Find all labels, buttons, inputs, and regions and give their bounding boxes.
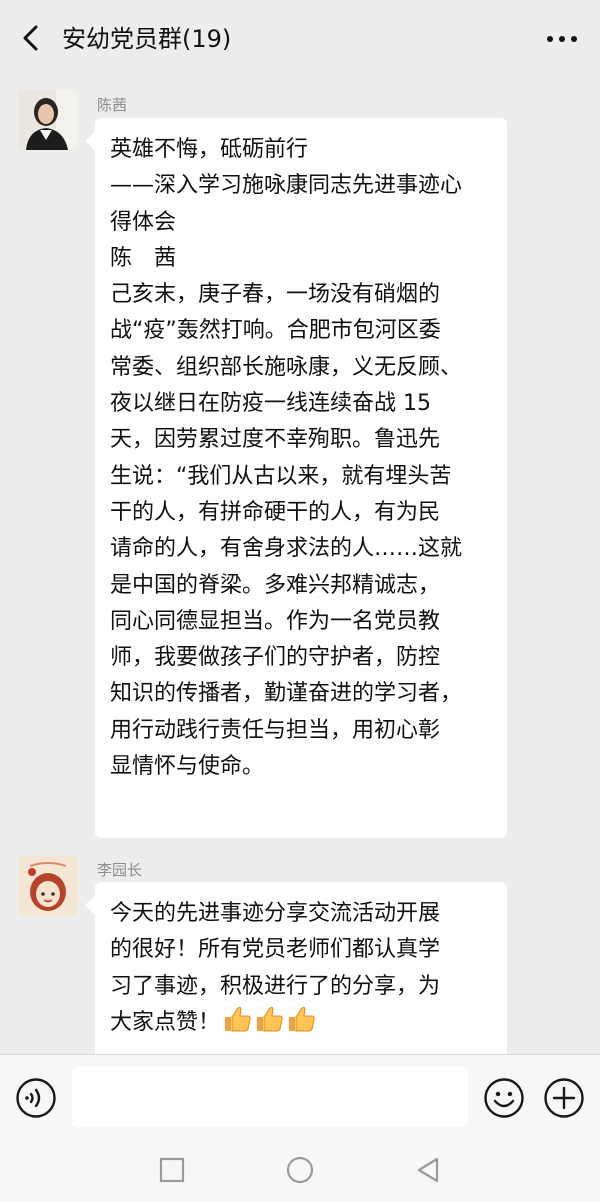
message-text: 大家点赞！	[110, 1009, 221, 1035]
message-line: 常委、组织部长施咏康，义无反顾、	[110, 354, 463, 380]
message-line: 是中国的脊梁。多难兴邦精诚志，	[110, 572, 441, 598]
message-line: 得体会	[110, 209, 177, 235]
sender-name: 李园长	[97, 861, 143, 879]
system-nav-bar	[0, 1138, 600, 1202]
message-line: 请命的人，有舍身求法的人……这就	[110, 536, 463, 562]
emoji-smile-icon[interactable]	[483, 1077, 525, 1119]
message-line: 的很好！所有党员老师们都认真学	[110, 937, 441, 963]
message-line: 大家点赞！	[110, 1005, 493, 1045]
message-line: 同心同德显担当。作为一名党员教	[110, 608, 441, 634]
message-list[interactable]: 陈茜 英雄不悔，砥砺前行 ——深入学习施咏康同志先进事迹心 得体会 陈 茜 己亥…	[0, 76, 600, 1054]
more-dots-icon[interactable]	[542, 22, 582, 56]
message-line: 显情怀与使命。	[110, 754, 265, 780]
sender-avatar[interactable]	[18, 856, 78, 916]
circle-home-icon[interactable]	[284, 1154, 316, 1186]
message-line: ——深入学习施咏康同志先进事迹心	[110, 173, 463, 199]
message-line: 英雄不悔，砥砺前行	[110, 137, 309, 162]
message-line: 生说：“我们从古以来，就有埋头苦	[110, 463, 452, 489]
sender-avatar[interactable]	[18, 90, 78, 150]
chat-title: 安幼党员群(19)	[62, 25, 232, 53]
voice-icon[interactable]	[15, 1077, 57, 1119]
message-line: 陈 茜	[110, 245, 177, 271]
message-line: 用行动践行责任与担当，用初心彰	[110, 717, 441, 743]
photo-avatar-woman-icon	[18, 90, 78, 150]
input-bar	[0, 1054, 600, 1138]
message-line: 今天的先进事迹分享交流活动开展	[110, 901, 441, 926]
square-recent-icon[interactable]	[156, 1154, 188, 1186]
message-line: 习了事迹，积极进行了的分享，为	[110, 973, 441, 999]
message-bubble[interactable]: 英雄不悔，砥砺前行 ——深入学习施咏康同志先进事迹心 得体会 陈 茜 己亥末，庚…	[95, 118, 507, 838]
triangle-back-icon[interactable]	[412, 1154, 444, 1186]
message-line: 师，我要做孩子们的守护者，防控	[110, 645, 441, 671]
thumbs-up-icon	[254, 1005, 284, 1045]
sender-name: 陈茜	[97, 96, 128, 114]
message-line: 知识的传播者，勤谨奋进的学习者，	[110, 681, 463, 707]
message-line: 夜以继日在防疫一线连续奋战 15	[110, 391, 431, 417]
cartoon-avatar-girl-icon	[18, 856, 78, 916]
thumbs-up-icon	[222, 1005, 252, 1045]
message-bubble[interactable]: 今天的先进事迹分享交流活动开展 的很好！所有党员老师们都认真学 习了事迹，积极进…	[95, 882, 507, 1054]
thumbs-up-icon	[286, 1005, 316, 1045]
back-chevron-icon[interactable]	[14, 20, 50, 56]
plus-icon[interactable]	[543, 1077, 585, 1119]
message-line: 战“疫”轰然打响。合肥市包河区委	[110, 318, 441, 344]
chat-header: 安幼党员群(19)	[0, 0, 600, 76]
message-line: 干的人，有拼命硬干的人，有为民	[110, 499, 441, 525]
message-line: 己亥末，庚子春，一场没有硝烟的	[110, 282, 441, 308]
message-input[interactable]	[72, 1067, 468, 1127]
message-line: 天，因劳累过度不幸殉职。鲁迅先	[110, 427, 441, 453]
